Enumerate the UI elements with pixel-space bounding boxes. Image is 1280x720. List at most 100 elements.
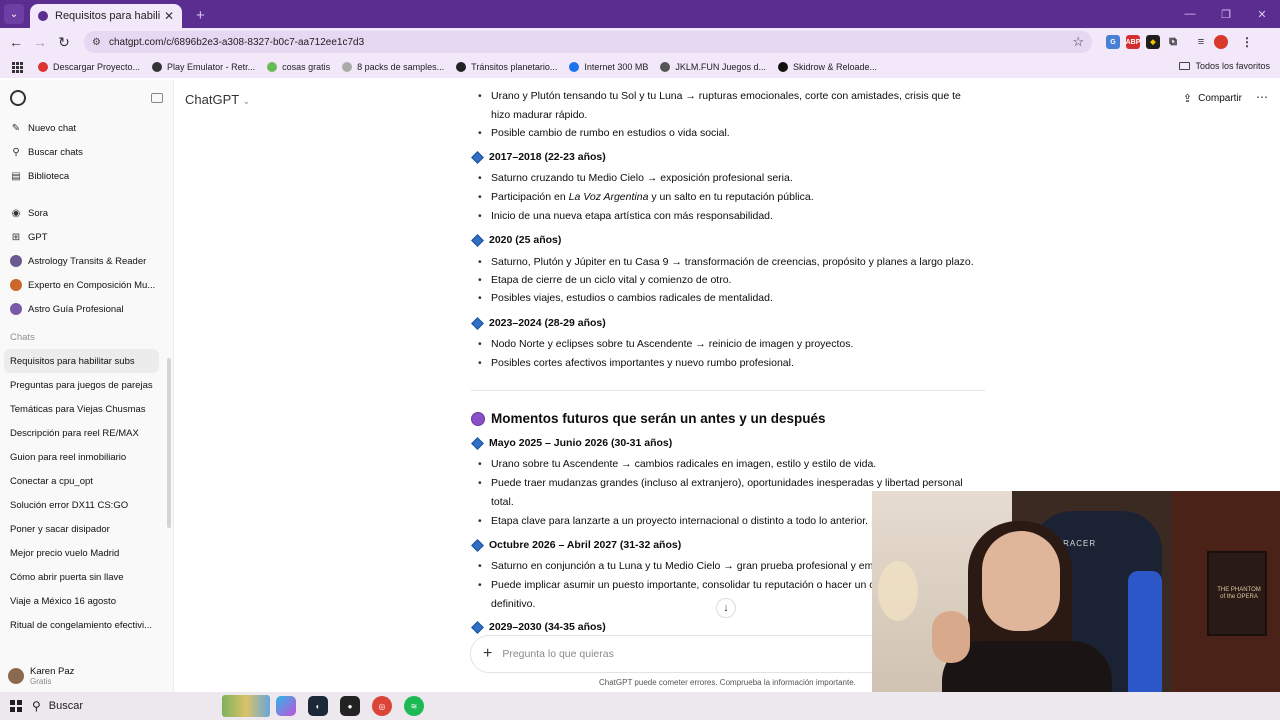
- bookmark-item[interactable]: Descargar Proyecto...: [38, 62, 140, 72]
- widgets-thumbnail[interactable]: [222, 695, 270, 717]
- chat-item[interactable]: Temáticas para Viejas Chusmas: [0, 397, 173, 421]
- webcam-overlay: THE PHANTOM of the OPERA DXRACER: [872, 491, 1280, 720]
- chat-item[interactable]: Solución error DX11 CS:GO: [0, 493, 173, 517]
- chatgpt-favicon-icon: [38, 11, 48, 21]
- sidebar-item[interactable]: ⊞ GPT: [0, 225, 173, 249]
- model-name: ChatGPT: [185, 92, 239, 107]
- browser-tab[interactable]: Requisitos para habilitar subs ✕: [30, 4, 182, 28]
- chat-item[interactable]: Viaje a México 16 agosto: [0, 589, 173, 613]
- prompt-input[interactable]: [502, 648, 877, 660]
- sidebar-toggle-icon[interactable]: [151, 93, 163, 103]
- bookmark-item[interactable]: Skidrow & Reloade...: [777, 62, 878, 72]
- bookmark-label: Skidrow & Reloade...: [792, 62, 878, 72]
- tab-title: Requisitos para habilitar subs: [55, 10, 160, 22]
- reload-icon[interactable]: ↻: [52, 34, 76, 51]
- blue-diamond-icon: [471, 538, 484, 552]
- tab-search-button[interactable]: ⌄: [4, 4, 24, 24]
- composer: +: [470, 635, 890, 673]
- scroll-down-button[interactable]: ↓: [716, 598, 736, 618]
- list-item-continuation: definitivo.: [491, 598, 536, 610]
- chat-item[interactable]: Descripción para reel RE/MAX: [0, 421, 173, 445]
- chat-item[interactable]: Mejor precio vuelo Madrid: [0, 541, 173, 565]
- extensions-puzzle-icon[interactable]: ⧉: [1166, 35, 1180, 49]
- openai-logo-icon[interactable]: [10, 90, 26, 106]
- close-window-icon[interactable]: ✕: [1244, 8, 1280, 21]
- future-heading: Momentos futuros que serán un antes y un…: [471, 411, 826, 426]
- omnibox[interactable]: ⚙ chatgpt.com/c/6896b2e3-a308-8327-b0c7-…: [84, 31, 1092, 53]
- restore-icon[interactable]: ❐: [1208, 8, 1244, 21]
- sidebar-item[interactable]: ✎ Nuevo chat: [0, 116, 173, 140]
- blue-diamond-icon: [471, 150, 484, 164]
- all-favorites-label: Todos los favoritos: [1195, 61, 1270, 71]
- chat-item[interactable]: Ritual de congelamiento efectivi...: [0, 613, 173, 637]
- list-item-continuation: total.: [491, 496, 514, 508]
- minimize-icon[interactable]: —: [1172, 8, 1208, 20]
- search-icon: ⚲: [12, 146, 20, 158]
- site-info-icon[interactable]: ⚙: [92, 37, 101, 48]
- share-button[interactable]: ⇪ Compartir: [1183, 92, 1242, 105]
- list-item: Saturno cruzando tu Medio Cielo → exposi…: [478, 172, 793, 184]
- sidebar-item[interactable]: ▤ Biblioteca: [0, 164, 173, 188]
- windows-start-icon[interactable]: [10, 700, 22, 712]
- sidebar-item[interactable]: Astro Guía Profesional: [0, 297, 173, 321]
- bookmark-star-icon[interactable]: ☆: [1072, 34, 1084, 50]
- sidebar-item-label: Buscar chats: [28, 146, 83, 158]
- profile-avatar-icon[interactable]: [1214, 35, 1228, 49]
- url-text[interactable]: chatgpt.com/c/6896b2e3-a308-8327-b0c7-aa…: [109, 37, 1072, 48]
- more-options-icon[interactable]: ⋯: [1256, 90, 1268, 104]
- section-title: Octubre 2026 – Abril 2027 (31-32 años): [489, 539, 682, 551]
- bookmark-item[interactable]: 8 packs de samples...: [342, 62, 444, 72]
- bookmark-item[interactable]: Tránsitos planetario...: [456, 62, 557, 72]
- back-icon[interactable]: ←: [4, 34, 28, 50]
- section-title: 2020 (25 años): [489, 234, 562, 246]
- blue-diamond-icon: [471, 233, 484, 247]
- chat-item[interactable]: Preguntas para juegos de parejas: [0, 373, 173, 397]
- bookmark-favicon-icon: [569, 62, 580, 72]
- model-selector[interactable]: ChatGPT ⌄: [185, 92, 250, 107]
- chat-item-active[interactable]: Requisitos para habilitar subs: [4, 349, 159, 373]
- bookmark-item[interactable]: cosas gratis: [267, 62, 330, 72]
- chat-item[interactable]: Poner y sacar disipador: [0, 517, 173, 541]
- obs-icon[interactable]: ●: [340, 696, 360, 716]
- copilot-icon[interactable]: [276, 696, 296, 716]
- user-account[interactable]: Karen Paz Gratis: [8, 666, 74, 686]
- chatgpt-sidebar: ✎ Nuevo chat ⚲ Buscar chats ▤ Biblioteca ◉ Sor…: [0, 80, 174, 692]
- sora-icon: ◉: [11, 207, 21, 219]
- chrome-icon[interactable]: ◎: [372, 696, 392, 716]
- bookmark-item[interactable]: Internet 300 MB: [569, 62, 648, 72]
- all-favorites-folder[interactable]: Todos los favoritos: [1179, 61, 1270, 71]
- chat-item[interactable]: Cómo abrir puerta sin llave: [0, 565, 173, 589]
- browser-menu-icon[interactable]: ⋮: [1240, 35, 1254, 49]
- chat-item[interactable]: Guion para reel inmobiliario: [0, 445, 173, 469]
- blue-diamond-icon: [471, 436, 484, 450]
- list-item: Etapa clave para lanzarte a un proyecto …: [478, 515, 868, 527]
- translate-extension-icon[interactable]: G: [1106, 35, 1120, 49]
- folder-icon: [1179, 62, 1191, 70]
- poster-text: THE PHANTOM of the OPERA: [1217, 587, 1261, 601]
- sidebar-item[interactable]: ◉ Sora: [0, 201, 173, 225]
- bookmark-favicon-icon: [267, 62, 278, 72]
- extension-icon[interactable]: ◆: [1146, 35, 1160, 49]
- new-tab-button[interactable]: +: [196, 7, 205, 24]
- sidebar-item[interactable]: ⚲ Buscar chats: [0, 140, 173, 164]
- chat-item[interactable]: Conectar a cpu_opt: [0, 469, 173, 493]
- sidebar-item[interactable]: Astrology Transits & Reader: [0, 249, 173, 273]
- steam-icon[interactable]: ◐: [308, 696, 328, 716]
- taskbar-search-label: Buscar: [48, 700, 84, 712]
- adblock-extension-icon[interactable]: ABP: [1126, 35, 1140, 49]
- add-attachment-icon[interactable]: +: [483, 645, 492, 663]
- sidebar-scrollbar[interactable]: [167, 358, 171, 528]
- sidebar-item-label: Nuevo chat: [28, 122, 77, 134]
- music-avatar: [10, 279, 22, 291]
- spotify-icon[interactable]: ≋: [404, 696, 424, 716]
- forward-icon[interactable]: →: [28, 34, 52, 50]
- bookmark-item[interactable]: Play Emulator - Retr...: [152, 62, 255, 72]
- reading-list-icon[interactable]: ≡: [1194, 35, 1208, 49]
- library-icon: ▤: [11, 170, 21, 182]
- taskbar-search[interactable]: ⚲ Buscar: [32, 695, 222, 717]
- sidebar-item[interactable]: Experto en Composición Mu...: [0, 273, 173, 297]
- list-item: Saturno, Plutón y Júpiter en tu Casa 9 →…: [478, 256, 974, 268]
- close-tab-icon[interactable]: ✕: [164, 9, 174, 23]
- bookmark-item[interactable]: JKLM.FUN Juegos d...: [660, 62, 766, 72]
- apps-grid-icon[interactable]: [12, 62, 23, 73]
